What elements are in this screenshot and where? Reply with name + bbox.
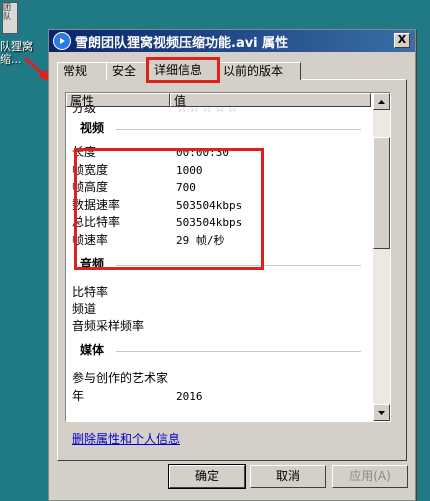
table-row[interactable]: 帧宽度 1000 xyxy=(66,162,371,179)
scroll-down-icon xyxy=(378,410,385,415)
property-value: 1000 xyxy=(176,164,203,177)
table-row[interactable]: 音频采样频率 xyxy=(66,318,371,335)
desktop-file-icon-text: 团队 xyxy=(3,3,11,21)
list-body: 分级 ☆☆☆☆☆ 视频长度 00:00:30 帧宽度 1000 帧高度 700 数据速率 5035… xyxy=(66,107,371,421)
remove-properties-link[interactable]: 删除属性和个人信息 xyxy=(72,430,180,447)
apply-button[interactable]: 应用(A) xyxy=(332,465,408,488)
scroll-up-button[interactable] xyxy=(373,93,390,110)
properties-list[interactable]: 属性 值 分级 ☆☆☆☆☆ 视频长度 00:00:30 帧宽度 1000 帧高度 700 数据速… xyxy=(65,92,391,422)
property-value: 2016 xyxy=(176,390,203,403)
tab-label: 以前的版本 xyxy=(223,64,284,78)
table-row[interactable]: 帧高度 700 xyxy=(66,179,371,196)
vertical-scrollbar[interactable] xyxy=(373,93,390,421)
table-row[interactable]: 年 2016 xyxy=(66,388,371,405)
section-header: 音频 xyxy=(66,256,371,273)
property-name: 长度 xyxy=(72,145,97,159)
table-row[interactable]: 分级 ☆☆☆☆☆ xyxy=(66,107,371,117)
property-name: 数据速率 xyxy=(72,198,121,212)
property-name: 音频采样频率 xyxy=(72,319,145,333)
tab-label: 常规 xyxy=(63,64,88,78)
desktop-file-icon[interactable]: 团队 xyxy=(2,2,18,34)
table-row[interactable]: 数据速率 503504kbps xyxy=(66,197,371,214)
column-header-value[interactable]: 值 xyxy=(170,93,371,108)
scroll-down-button[interactable] xyxy=(373,404,390,421)
tab-details[interactable]: 详细信息 xyxy=(146,57,220,83)
cancel-button[interactable]: 取消 xyxy=(250,465,326,488)
property-name: 帧高度 xyxy=(72,180,109,194)
tab-label: 详细信息 xyxy=(154,63,203,77)
section-header: 视频 xyxy=(66,120,371,137)
tab-label: 安全 xyxy=(112,64,137,78)
scroll-up-icon xyxy=(378,99,385,104)
desktop-label-line: 队狸窝 xyxy=(0,40,33,53)
property-name: 分级 xyxy=(72,107,97,115)
list-header: 属性 值 xyxy=(66,93,371,108)
table-row[interactable]: 总比特率 503504kbps xyxy=(66,214,371,231)
table-row[interactable]: 帧速率 29 帧/秒 xyxy=(66,232,371,249)
tab-previous-versions[interactable]: 以前的版本 xyxy=(217,62,301,80)
property-name: 频道 xyxy=(72,302,97,316)
property-name: 帧宽度 xyxy=(72,163,109,177)
dialog-title: 雪朗团队狸窝视频压缩功能.avi 属性 xyxy=(75,35,289,51)
close-icon: X xyxy=(397,33,407,46)
rating-stars: ☆☆☆☆☆ xyxy=(176,107,240,116)
property-value: 503504kbps xyxy=(176,199,243,212)
property-name: 比特率 xyxy=(72,285,109,299)
table-row[interactable]: 比特率 xyxy=(66,284,371,301)
table-row[interactable]: 长度 00:00:30 xyxy=(66,144,371,161)
property-name: 帧速率 xyxy=(72,233,109,247)
property-value: 00:00:30 xyxy=(176,146,229,159)
ok-button[interactable]: 确定 xyxy=(168,464,246,489)
property-value: 503504kbps xyxy=(176,216,243,229)
property-name: 媒体 xyxy=(80,343,105,357)
property-value: 700 xyxy=(176,181,196,194)
section-header: 媒体 xyxy=(66,342,371,359)
table-row[interactable]: 频道 xyxy=(66,301,371,318)
property-name: 音频 xyxy=(80,257,105,271)
property-name: 参与创作的艺术家 xyxy=(72,371,169,385)
property-name: 年 xyxy=(72,389,85,403)
property-name: 视频 xyxy=(80,121,105,135)
close-button[interactable]: X xyxy=(394,33,410,48)
tab-security[interactable]: 安全 xyxy=(106,62,154,80)
dialog-titlebar[interactable]: 雪朗团队狸窝视频压缩功能.avi 属性 X xyxy=(49,30,415,52)
property-value: 29 帧/秒 xyxy=(176,234,225,247)
column-header-property[interactable]: 属性 xyxy=(66,93,170,108)
table-row[interactable]: 参与创作的艺术家 xyxy=(66,370,371,387)
scroll-thumb[interactable] xyxy=(373,137,390,249)
media-file-icon xyxy=(53,32,71,50)
property-name: 总比特率 xyxy=(72,215,121,229)
